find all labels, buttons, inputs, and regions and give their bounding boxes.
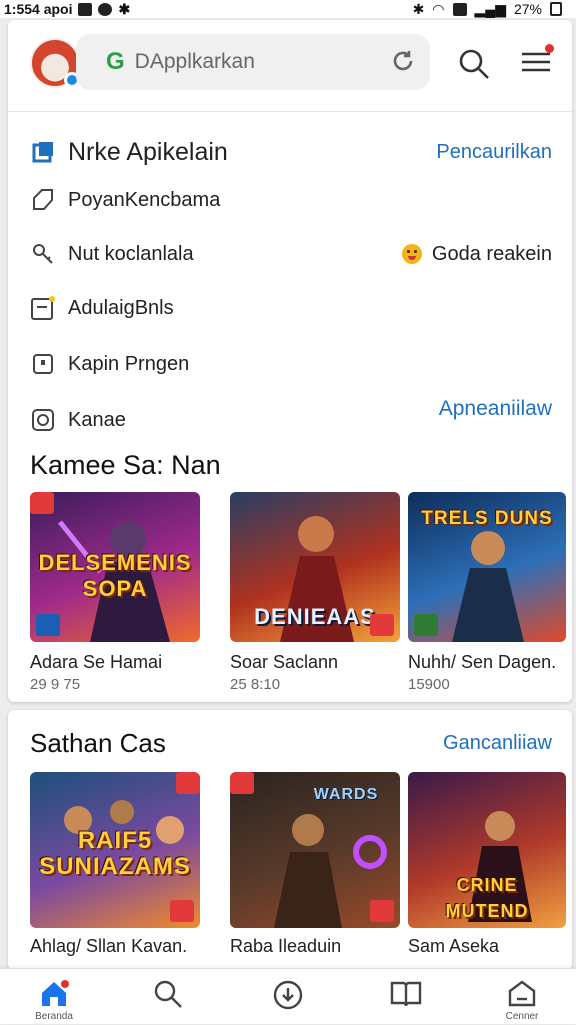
game-name: Nuhh/ Sen Dagen. — [408, 652, 557, 672]
menu-header-label: Nrke Apikelain — [68, 137, 228, 166]
game-art-title: CRINE MUTEND — [445, 875, 529, 921]
profile-icon — [508, 980, 536, 1007]
nav-item-home[interactable]: Beranda — [14, 969, 94, 1025]
notification-icon — [78, 2, 93, 16]
wifi-icon: ◠ — [432, 0, 445, 17]
bluetooth-status-icon: ✱ — [412, 0, 425, 17]
nav-item-profile[interactable]: Cenner — [482, 969, 562, 1025]
menu-item-2[interactable]: AdulaigBnls — [8, 288, 572, 328]
game-name: Adara Se Hamai — [30, 652, 163, 672]
platform-icon — [370, 614, 394, 636]
corner-badge — [176, 772, 200, 794]
menu-item-label: Kanae — [68, 408, 126, 431]
section-card: Sathan Cas Gancanliiaw RAIF5 SUNIAZAMS W… — [8, 710, 572, 970]
notification-dot — [545, 44, 554, 53]
menu-item-right[interactable]: Apneaniilaw — [439, 397, 552, 421]
battery-icon — [550, 2, 562, 16]
status-bar: 1:554 apoi ✱ ✱ ◠ ▂▄▆ 27% — [0, 0, 576, 18]
battery-percent: 27% — [513, 1, 542, 17]
home-icon — [42, 980, 69, 1006]
book-icon — [390, 981, 422, 1007]
menu-header[interactable]: Nrke Apikelain Pencaurilkan — [8, 128, 572, 176]
game-tile-1[interactable]: DENIEAAS — [230, 492, 400, 642]
platform-icon — [170, 900, 194, 922]
corner-badge — [230, 772, 254, 794]
inbox-icon — [30, 295, 56, 321]
messenger-icon — [98, 2, 113, 16]
search-icon — [154, 980, 182, 1008]
section-action[interactable]: Gancanliiaw — [443, 732, 552, 755]
menu-item-label: Kapin Prngen — [68, 352, 190, 375]
menu-item-right[interactable]: Goda reakein — [401, 242, 552, 266]
search-button[interactable] — [454, 44, 494, 84]
search-placeholder: DApplkarkan — [134, 50, 255, 73]
clock: 1:554 apoi — [4, 1, 73, 17]
menu-item-4[interactable]: Kanae Apneaniilaw — [8, 397, 572, 440]
game-art-title: DENIEAAS — [254, 604, 376, 629]
game-art-title: RAIF5 SUNIAZAMS — [39, 827, 191, 880]
game-art-title: DELSEMENIS SOPA — [38, 550, 192, 601]
menu-item-3[interactable]: Kapin Prngen — [8, 344, 572, 384]
platform-icon — [36, 614, 60, 636]
menu-item-0[interactable]: PoyanKencbama — [8, 180, 572, 220]
nav-label: Beranda — [35, 1011, 73, 1022]
download-icon — [273, 980, 303, 1010]
game-name: Ahlag/ Sllan Kavan. — [30, 936, 188, 956]
menu-header-action[interactable]: Pencaurilkan — [436, 141, 552, 164]
search-bar[interactable]: G DApplkarkan — [76, 34, 430, 90]
game-name: Raba Ileaduin — [230, 936, 342, 956]
menu-button[interactable] — [516, 42, 556, 82]
game-tile-2[interactable]: TRELS DUNS — [408, 492, 566, 642]
game-tile-3[interactable]: RAIF5 SUNIAZAMS — [30, 772, 200, 928]
search-icon — [459, 49, 489, 79]
game-art-title: WARDS — [313, 786, 379, 803]
menu-item-right-label: Goda reakein — [431, 242, 552, 265]
nav-item-library[interactable] — [366, 969, 446, 1025]
game-meta: 25 8:10 — [230, 676, 281, 693]
google-logo-icon: G — [106, 48, 125, 75]
game-meta: 15900 — [408, 676, 450, 693]
emoji-icon — [401, 244, 422, 264]
section-title: Sathan Cas — [30, 728, 166, 758]
menu-item-label: Nut koclanlala — [68, 242, 194, 265]
avatar[interactable] — [30, 38, 80, 88]
main-card: G DApplkarkan Nrke Apikelain Pencaurilka… — [8, 20, 572, 702]
game-meta: 29 9 75 — [30, 676, 81, 693]
game-art-title: TRELS DUNS — [421, 508, 553, 529]
nav-label: Cenner — [505, 1011, 539, 1022]
gift-icon — [30, 351, 56, 377]
signal-icon: ▂▄▆ — [474, 0, 506, 17]
game-tile-0[interactable]: DELSEMENIS SOPA — [30, 492, 200, 642]
bottom-nav: Beranda Cenner — [0, 968, 576, 1024]
nav-item-search[interactable] — [128, 969, 208, 1025]
refresh-icon[interactable] — [390, 48, 416, 74]
menu-item-label: AdulaigBnls — [68, 296, 174, 319]
bluetooth-icon: ✱ — [118, 0, 131, 17]
settings-icon — [30, 407, 56, 433]
section-title: Kamee Sa: Nan — [30, 450, 221, 480]
game-name: Sam Aseka — [408, 936, 500, 956]
platform-icon — [370, 900, 394, 922]
top-bar: G DApplkarkan — [8, 20, 572, 112]
game-tile-4[interactable]: WARDS — [230, 772, 400, 928]
hamburger-icon — [522, 52, 550, 72]
nav-item-downloads[interactable] — [248, 969, 328, 1025]
game-tile-5[interactable]: CRINE MUTEND — [408, 772, 566, 928]
tag-icon — [30, 187, 56, 213]
key-icon — [30, 241, 56, 267]
menu-item-1[interactable]: Nut koclanlala Goda reakein — [8, 234, 572, 274]
sim-icon — [452, 2, 467, 16]
game-name: Soar Saclann — [230, 652, 339, 672]
platform-icon — [414, 614, 438, 636]
menu-item-label: PoyanKencbama — [68, 188, 221, 211]
app-icon — [30, 139, 56, 165]
